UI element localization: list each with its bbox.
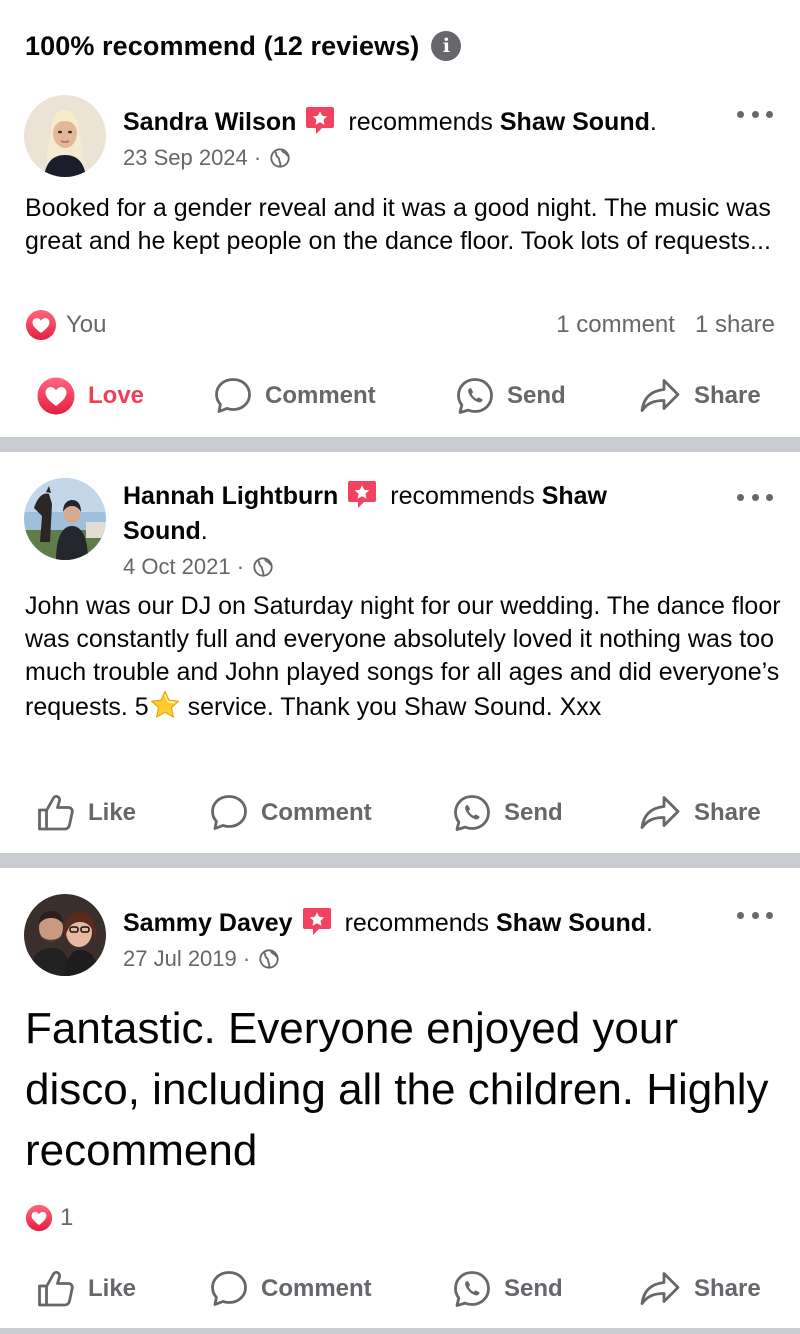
action-bar: Like Comment Send Share [0,1264,800,1314]
meta-separator: · [242,946,251,971]
review-header-line: Sammy Davey recommends Shaw Sound. [123,905,653,941]
comment-label: Comment [265,382,376,409]
review-date[interactable]: 23 Sep 2024 [123,145,248,171]
divider [0,853,800,868]
comment-count[interactable]: 1 comment [556,311,675,339]
thumbs-up-icon [36,793,76,833]
meta-separator: · [236,554,245,579]
globe-icon [258,948,280,970]
review-text: Fantastic. Everyone enjoyed your disco, … [25,1004,769,1175]
heart-icon[interactable] [25,1204,53,1232]
action-bar: Like Comment Send Share [0,788,800,838]
send-button[interactable]: Send [452,1264,563,1314]
share-label: Share [694,1275,761,1302]
comment-icon [209,1269,249,1309]
recommend-badge-icon [346,478,378,510]
review-meta: 23 Sep 2024 · [123,143,291,173]
comment-button[interactable]: Comment [209,1264,372,1314]
author-name[interactable]: Sandra Wilson [123,108,296,136]
share-icon [638,793,682,833]
share-icon [638,1269,682,1309]
send-label: Send [504,1275,563,1302]
share-button[interactable]: Share [638,1264,761,1314]
star-emoji-icon [149,689,181,721]
page-name-part: Shaw [541,482,607,510]
share-label: Share [694,382,761,409]
love-label: Love [88,382,145,409]
globe-icon [252,556,274,578]
review-text: John was our DJ on Saturday night for ou… [25,590,785,724]
send-button[interactable]: Send [455,371,566,421]
share-label: Share [694,799,761,826]
meta-separator: · [253,145,262,170]
reactions-bar: 1 [25,1202,775,1234]
reviews-summary-title: 100% recommend (12 reviews) [25,30,420,61]
reactors-label[interactable]: You [66,311,107,339]
messenger-icon [452,1269,492,1309]
divider [0,437,800,452]
page-name-part: Sound [123,517,201,545]
comment-label: Comment [261,799,372,826]
reviews-header: 100% recommend (12 reviews) i [25,28,462,64]
send-label: Send [504,799,563,826]
share-icon [638,376,682,416]
review-date[interactable]: 27 Jul 2019 [123,946,237,972]
avatar[interactable] [24,478,106,560]
review-text: Booked for a gender reveal and it was a … [25,194,771,255]
page-name[interactable]: Shaw Sound [496,909,646,937]
recommend-badge-icon [301,905,333,937]
share-count[interactable]: 1 share [695,311,775,339]
info-icon[interactable]: i [431,31,462,61]
recommends-text: recommends [344,909,490,937]
review-header-line: Hannah Lightburn recommends Shaw Sound. [123,478,683,549]
comment-button[interactable]: Comment [209,788,372,838]
share-button[interactable]: Share [638,371,761,421]
review-header-line: Sandra Wilson recommends Shaw Sound. [123,104,657,140]
reaction-count[interactable]: 1 [60,1204,73,1232]
send-button[interactable]: Send [452,788,563,838]
messenger-icon [452,793,492,833]
more-options-icon[interactable] [737,106,773,122]
avatar[interactable] [24,894,106,976]
send-label: Send [507,382,566,409]
comment-icon [213,376,253,416]
comment-button[interactable]: Comment [213,371,376,421]
love-icon [36,376,76,416]
more-options-icon[interactable] [737,907,773,923]
review-meta: 4 Oct 2021 · [123,552,274,582]
comment-icon [209,793,249,833]
action-bar: Love Comment Send Share [0,371,800,421]
like-label: Like [88,1275,137,1302]
recommend-badge-icon [304,104,336,136]
share-button[interactable]: Share [638,788,761,838]
author-name[interactable]: Sammy Davey [123,909,293,937]
review-meta: 27 Jul 2019 · [123,944,280,974]
recommends-text: recommends [390,482,535,510]
heart-icon[interactable] [25,309,57,341]
page-name[interactable]: Shaw Sound [500,108,650,136]
like-button[interactable]: Like [36,1264,136,1314]
avatar[interactable] [24,95,106,177]
recommends-text: recommends [348,108,493,136]
review-text-part: service. Thank you Shaw Sound. Xxx [180,693,602,721]
love-button[interactable]: Love [36,371,144,421]
like-button[interactable]: Like [36,788,136,838]
messenger-icon [455,376,495,416]
more-options-icon[interactable] [737,489,773,505]
reactions-bar: You 1 comment 1 share [25,309,775,341]
divider [0,1328,800,1334]
comment-label: Comment [261,1275,372,1302]
like-label: Like [88,799,137,826]
review-date[interactable]: 4 Oct 2021 [123,554,231,580]
globe-icon [269,147,291,169]
author-name[interactable]: Hannah Lightburn [123,482,338,510]
thumbs-up-icon [36,1269,76,1309]
